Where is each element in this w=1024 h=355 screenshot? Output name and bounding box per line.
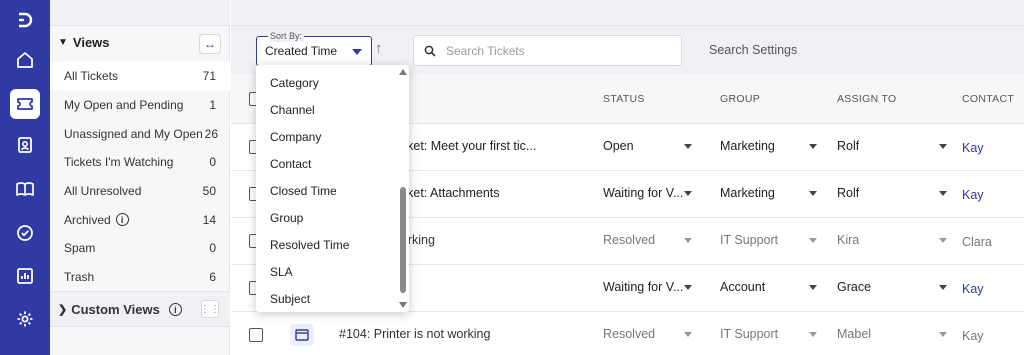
scroll-up-arrow-icon[interactable] — [399, 69, 407, 75]
contacts-icon[interactable] — [10, 130, 40, 160]
group-dropdown-icon[interactable] — [809, 285, 817, 290]
group-value: Marketing — [720, 139, 775, 153]
group-value: IT Support — [720, 327, 779, 341]
status-dropdown-icon[interactable] — [684, 191, 692, 196]
assignee-value: Kira — [837, 233, 860, 247]
sort-by-select[interactable]: Sort By: Created Time — [256, 30, 372, 66]
info-icon[interactable]: i — [115, 213, 129, 227]
knowledge-base-icon[interactable] — [10, 174, 40, 204]
chevron-right-icon: ❯ — [58, 304, 68, 316]
group-dropdown-icon[interactable] — [809, 238, 817, 243]
status-value: Waiting for V... — [603, 280, 684, 294]
reports-icon[interactable] — [10, 261, 40, 291]
contact-link[interactable]: Kay — [962, 141, 984, 155]
assignee-value: Mabel — [837, 327, 872, 341]
status-value: Waiting for V... — [603, 186, 684, 200]
views-heading[interactable]: ▼ Views — [58, 35, 110, 50]
drag-handle-icon[interactable]: ⋮⋮ — [200, 300, 220, 318]
group-value: Account — [720, 280, 766, 294]
sort-options-list: Category Channel Company Contact Closed … — [256, 70, 397, 312]
search-icon — [424, 45, 436, 57]
group-value: Marketing — [720, 186, 775, 200]
view-item-archived[interactable]: Archived i 14 — [50, 205, 230, 234]
assignee-value: Grace — [837, 280, 872, 294]
view-item-all-tickets[interactable]: All Tickets 71 — [50, 62, 230, 91]
sort-option-closed-time[interactable]: Closed Time — [256, 178, 397, 205]
table-row[interactable]: #104: Printer is not working Resolved IT… — [231, 312, 1024, 355]
expand-horizontal-icon: ↔ — [204, 37, 216, 51]
left-nav-rail — [0, 0, 50, 355]
sort-option-contact[interactable]: Contact — [256, 151, 397, 178]
search-input[interactable] — [446, 37, 676, 64]
contact-link[interactable]: Kay — [962, 188, 984, 202]
sort-option-company[interactable]: Company — [256, 124, 397, 151]
column-header-assign-to[interactable]: ASSIGN TO — [837, 93, 897, 105]
sort-option-subject[interactable]: Subject — [256, 285, 397, 312]
chevron-down-icon: ▼ — [58, 37, 68, 48]
contact-link[interactable]: Kay — [962, 282, 984, 296]
collapse-panel-button[interactable]: ↔ — [199, 34, 221, 54]
email-ticket-icon — [290, 324, 314, 346]
group-value: IT Support — [720, 233, 779, 247]
group-dropdown-icon[interactable] — [809, 191, 817, 196]
scrollbar-thumb[interactable] — [400, 187, 406, 293]
status-dropdown-icon[interactable] — [684, 285, 692, 290]
group-dropdown-icon[interactable] — [809, 332, 817, 337]
view-item-unassigned-and-my-open[interactable]: Unassigned and My Open 26 — [50, 119, 230, 148]
views-panel: ▼ Views ↔ All Tickets 71 My Open and Pend… — [50, 0, 230, 355]
assignee-value: Rolf — [837, 139, 860, 153]
custom-views-section: ❯ Custom Views i ⋮⋮ — [50, 291, 230, 327]
column-header-group[interactable]: GROUP — [720, 93, 760, 105]
view-item-tickets-im-watching[interactable]: Tickets I'm Watching 0 — [50, 148, 230, 177]
sort-by-value: Created Time — [265, 44, 338, 58]
assignee-dropdown-icon[interactable] — [939, 191, 947, 196]
assignee-dropdown-icon[interactable] — [939, 285, 947, 290]
row-checkbox[interactable] — [249, 328, 263, 342]
sort-option-category[interactable]: Category — [256, 70, 397, 97]
tasks-icon[interactable] — [10, 218, 40, 248]
contact-link[interactable]: Clara — [962, 235, 992, 249]
logo-icon[interactable] — [10, 5, 40, 35]
contact-link[interactable]: Kay — [962, 329, 984, 343]
custom-views-toggle[interactable]: ❯ Custom Views i — [58, 302, 182, 317]
status-dropdown-icon[interactable] — [684, 144, 692, 149]
settings-icon[interactable] — [10, 304, 40, 334]
sort-option-resolved-time[interactable]: Resolved Time — [256, 231, 397, 258]
status-dropdown-icon[interactable] — [684, 332, 692, 337]
info-icon[interactable]: i — [168, 303, 182, 316]
views-header-strip — [50, 0, 230, 26]
scroll-down-arrow-icon[interactable] — [399, 302, 407, 308]
view-list: All Tickets 71 My Open and Pending 1 Unass… — [50, 62, 230, 292]
caret-down-icon — [352, 49, 362, 55]
status-value: Resolved — [603, 327, 656, 341]
assignee-dropdown-icon[interactable] — [939, 144, 947, 149]
sort-by-dropdown-menu: Category Channel Company Contact Closed … — [256, 65, 409, 312]
search-box[interactable] — [413, 35, 682, 66]
assignee-dropdown-icon[interactable] — [939, 332, 947, 337]
view-item-spam[interactable]: Spam 0 — [50, 234, 230, 263]
status-dropdown-icon[interactable] — [684, 238, 692, 243]
sort-option-group[interactable]: Group — [256, 204, 397, 231]
assignee-value: Rolf — [837, 186, 860, 200]
view-item-my-open-and-pending[interactable]: My Open and Pending 1 — [50, 91, 230, 120]
assignee-dropdown-icon[interactable] — [939, 238, 947, 243]
search-settings-link[interactable]: Search Settings — [709, 43, 797, 57]
dropdown-scrollbar[interactable] — [399, 65, 407, 312]
home-icon[interactable] — [10, 45, 40, 75]
view-item-trash[interactable]: Trash 6 — [50, 263, 230, 292]
sort-option-sla[interactable]: SLA — [256, 258, 397, 285]
top-bar — [231, 0, 1024, 26]
group-dropdown-icon[interactable] — [809, 144, 817, 149]
status-value: Open — [603, 139, 634, 153]
column-header-contact[interactable]: CONTACT — [962, 93, 1014, 105]
arrow-up-icon[interactable]: ↑ — [375, 40, 383, 57]
tickets-icon[interactable] — [10, 89, 40, 119]
view-item-all-unresolved[interactable]: All Unresolved 50 — [50, 177, 230, 206]
ticket-subject[interactable]: #104: Printer is not working — [339, 327, 589, 341]
sort-option-channel[interactable]: Channel — [256, 97, 397, 124]
status-value: Resolved — [603, 233, 656, 247]
sort-by-label: Sort By: — [268, 30, 305, 42]
column-header-status[interactable]: STATUS — [603, 93, 645, 105]
